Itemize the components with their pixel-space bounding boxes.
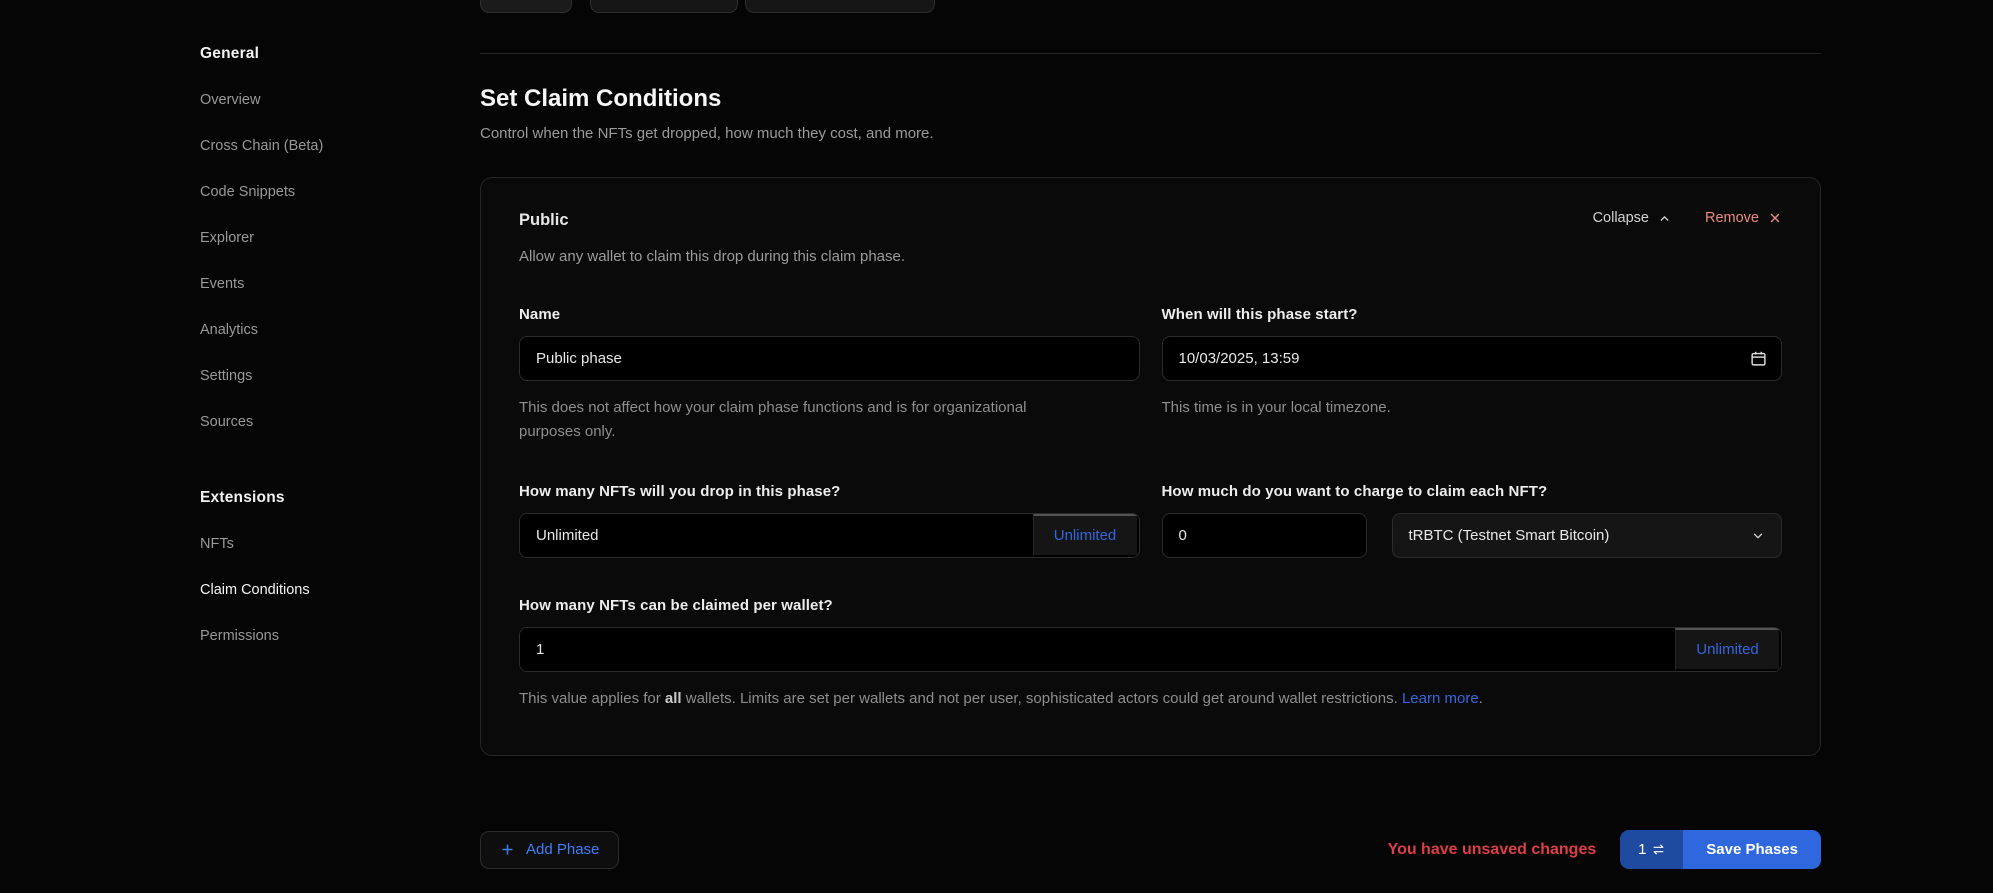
- per-wallet-input-group: Unlimited: [519, 627, 1782, 672]
- claim-phase-card: Public Allow any wallet to claim this dr…: [480, 177, 1821, 756]
- calendar-icon[interactable]: [1750, 350, 1767, 367]
- name-field-helper: This does not affect how your claim phas…: [519, 396, 1084, 444]
- add-phase-label: Add Phase: [526, 841, 599, 858]
- sidebar-item-settings[interactable]: Settings: [200, 366, 410, 386]
- header-divider: [480, 53, 1821, 54]
- sidebar-item-analytics[interactable]: Analytics: [200, 320, 410, 340]
- form-row-1: Name This does not affect how your claim…: [519, 305, 1782, 444]
- sidebar-section-general: General: [200, 42, 410, 66]
- phase-start-datetime-input[interactable]: 10/03/2025, 13:59: [1162, 336, 1783, 381]
- sidebar-item-explorer[interactable]: Explorer: [200, 228, 410, 248]
- sidebar-item-claim-conditions[interactable]: Claim Conditions: [200, 580, 410, 600]
- start-field-helper: This time is in your local timezone.: [1162, 396, 1783, 420]
- per-wallet-field-group: How many NFTs can be claimed per wallet?…: [519, 596, 1782, 711]
- explorer-label: Rootstock Blockscout: [762, 0, 896, 1]
- start-field-group: When will this phase start? 10/03/2025, …: [1162, 305, 1783, 444]
- contract-address-button[interactable]: 0xcDcC...00c9: [590, 0, 738, 13]
- supply-field-label: How many NFTs will you drop in this phas…: [519, 482, 1140, 502]
- phases-footer: Add Phase You have unsaved changes 1 Sav…: [480, 830, 1821, 869]
- currency-select-value: tRBTC (Testnet Smart Bitcoin): [1409, 527, 1610, 544]
- phase-actions: Collapse Remove: [1593, 208, 1782, 226]
- sidebar-item-events[interactable]: Events: [200, 274, 410, 294]
- supply-unlimited-button[interactable]: Unlimited: [1033, 514, 1139, 557]
- per-wallet-input[interactable]: [520, 628, 1675, 671]
- supply-input-group: Unlimited: [519, 513, 1140, 558]
- collapse-button[interactable]: Collapse: [1593, 210, 1671, 226]
- remove-label: Remove: [1705, 210, 1759, 226]
- name-field-label: Name: [519, 305, 1140, 325]
- toolbar-tab-button[interactable]: [480, 0, 572, 13]
- contract-toolbar: 0xcDcC...00c9 Rootstock Blockscout: [480, 0, 935, 13]
- form-row-2: How many NFTs will you drop in this phas…: [519, 482, 1782, 558]
- chevron-up-icon: [1658, 212, 1671, 225]
- phase-card-header: Public Allow any wallet to claim this dr…: [519, 208, 1782, 267]
- phase-description: Allow any wallet to claim this drop duri…: [519, 246, 905, 267]
- page-title: Set Claim Conditions: [480, 84, 1821, 114]
- plus-icon: [500, 842, 515, 857]
- chevron-down-icon: [1751, 529, 1765, 543]
- contract-address-label: 0xcDcC...00c9: [630, 0, 721, 1]
- phase-count-button[interactable]: 1: [1620, 830, 1683, 869]
- currency-select[interactable]: tRBTC (Testnet Smart Bitcoin): [1392, 513, 1783, 558]
- phase-name-input[interactable]: [519, 336, 1140, 381]
- price-field-group: How much do you want to charge to claim …: [1162, 482, 1783, 558]
- sidebar-item-cross-chain[interactable]: Cross Chain (Beta): [200, 136, 410, 156]
- block-explorer-button[interactable]: Rootstock Blockscout: [745, 0, 935, 13]
- unsaved-changes-message: You have unsaved changes: [1388, 841, 1597, 859]
- footer-right-group: You have unsaved changes 1 Save Phases: [1388, 830, 1821, 869]
- start-field-label: When will this phase start?: [1162, 305, 1783, 325]
- sidebar-item-overview[interactable]: Overview: [200, 90, 410, 110]
- save-phases-button[interactable]: Save Phases: [1683, 830, 1821, 869]
- close-icon: [1768, 211, 1782, 225]
- sidebar-section-extensions: Extensions: [200, 486, 410, 510]
- name-field-group: Name This does not affect how your claim…: [519, 305, 1140, 444]
- collapse-label: Collapse: [1593, 210, 1649, 226]
- sidebar-item-permissions[interactable]: Permissions: [200, 626, 410, 646]
- per-wallet-field-label: How many NFTs can be claimed per wallet?: [519, 596, 1782, 616]
- supply-field-group: How many NFTs will you drop in this phas…: [519, 482, 1140, 558]
- save-split-button: 1 Save Phases: [1620, 830, 1821, 869]
- add-phase-button[interactable]: Add Phase: [480, 831, 619, 869]
- page-subtitle: Control when the NFTs get dropped, how m…: [480, 123, 1821, 144]
- remove-button[interactable]: Remove: [1705, 210, 1782, 226]
- main-content: Set Claim Conditions Control when the NF…: [480, 84, 1821, 756]
- per-wallet-helper-bold: all: [665, 690, 682, 707]
- sidebar-item-sources[interactable]: Sources: [200, 412, 410, 432]
- price-field-label: How much do you want to charge to claim …: [1162, 482, 1783, 502]
- learn-more-link[interactable]: Learn more: [1402, 690, 1479, 707]
- sidebar-item-code-snippets[interactable]: Code Snippets: [200, 182, 410, 202]
- per-wallet-helper-period: .: [1479, 690, 1483, 707]
- phase-count-value: 1: [1638, 841, 1646, 858]
- swap-arrows-icon: [1652, 843, 1665, 856]
- claim-conditions-page: 0xcDcC...00c9 Rootstock Blockscout Gener…: [0, 0, 1993, 893]
- per-wallet-helper: This value applies for all wallets. Limi…: [519, 687, 1782, 711]
- price-amount-input[interactable]: [1162, 513, 1367, 558]
- phase-title: Public: [519, 208, 905, 232]
- phase-start-value: 10/03/2025, 13:59: [1179, 350, 1751, 367]
- price-inputs-row: tRBTC (Testnet Smart Bitcoin): [1162, 513, 1783, 558]
- per-wallet-unlimited-button[interactable]: Unlimited: [1675, 628, 1781, 671]
- supply-input[interactable]: [520, 514, 1033, 557]
- per-wallet-helper-suffix: wallets. Limits are set per wallets and …: [682, 690, 1402, 707]
- per-wallet-helper-prefix: This value applies for: [519, 690, 665, 707]
- sidebar-item-nfts[interactable]: NFTs: [200, 534, 410, 554]
- contract-sidebar: General Overview Cross Chain (Beta) Code…: [200, 42, 410, 672]
